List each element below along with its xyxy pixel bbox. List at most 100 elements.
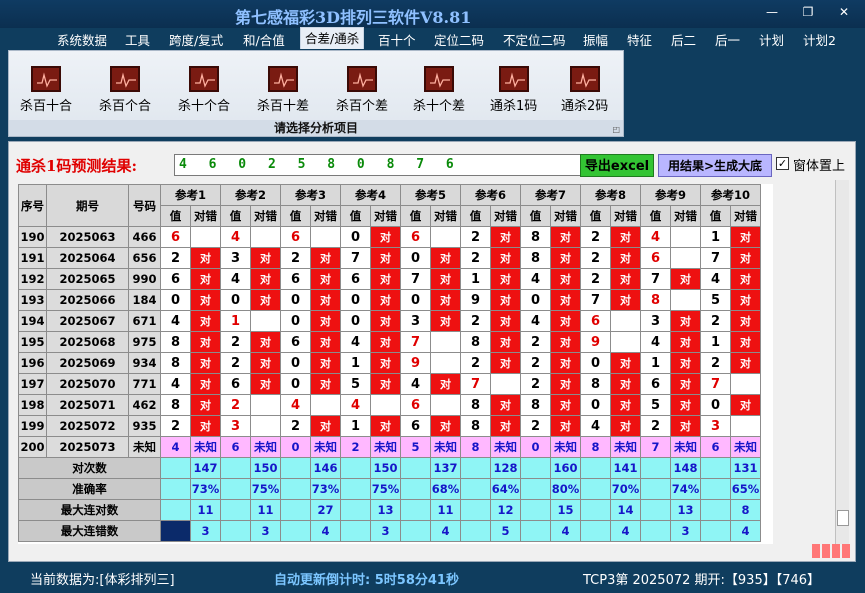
ribbon-button-4[interactable]: 杀百个差	[336, 66, 388, 114]
row-number: 671	[128, 310, 161, 332]
ribbon-launcher-icon[interactable]: ◰	[612, 125, 620, 134]
window-on-top-checkbox[interactable]: ✓	[776, 157, 789, 170]
menu-item-0[interactable]: 系统数据	[57, 30, 107, 49]
menu-item-13[interactable]: 计划2	[803, 30, 836, 49]
row-seq: 200	[18, 436, 47, 458]
header-result: 对错	[430, 205, 461, 227]
stats-spacer	[700, 478, 731, 500]
hit-marker: 对	[730, 352, 761, 374]
ribbon-button-0[interactable]: 杀百十合	[20, 66, 72, 114]
menu-item-1[interactable]: 工具	[125, 30, 150, 49]
row-seq: 190	[18, 226, 47, 248]
row-period: 2025071	[46, 394, 129, 416]
hit-marker: 对	[490, 310, 521, 332]
stats-row: 最大连对数 11 11 27 13 11 12 15 14 13 8	[18, 499, 761, 521]
prediction-unknown: 未知	[370, 436, 401, 458]
ref-value-cell: 7	[700, 247, 731, 269]
result-table: 序号 期号 号码 参考1 参考2 参考3 参考4 参考5 参考6 参考7 参考8 参考9 参考10 值对错…	[18, 184, 761, 542]
menu-item-12[interactable]: 计划	[759, 30, 784, 49]
ref-value-cell: 2	[520, 352, 551, 374]
hit-marker: 对	[610, 352, 641, 374]
prediction-value: 8	[460, 436, 491, 458]
export-excel-button[interactable]: 导出excel	[580, 154, 654, 177]
scrollbar-thumb[interactable]	[837, 510, 849, 526]
menu-item-8[interactable]: 振幅	[583, 30, 608, 49]
prediction-label: 通杀1码预测结果:	[16, 157, 137, 175]
ribbon-button-7[interactable]: 通杀2码	[561, 66, 608, 114]
hit-marker: 对	[610, 247, 641, 269]
header-ref-7: 参考7	[520, 184, 581, 206]
menu-item-4[interactable]: 合差/通杀	[300, 27, 365, 49]
table-row: 197 2025070 771 4 对 6 对 0 对 5 对 4 对 7 2 对 8 对 6 对 7	[18, 373, 761, 395]
menu-item-2[interactable]: 跨度/复式	[169, 30, 223, 49]
ref-value-cell: 2	[580, 247, 611, 269]
ref-value-cell: 0	[340, 289, 371, 311]
menu-item-3[interactable]: 和/合值	[243, 30, 285, 49]
ribbon-button-label: 杀百个差	[336, 99, 389, 114]
ribbon-button-5[interactable]: 杀十个差	[413, 66, 465, 114]
header-result: 对错	[670, 205, 701, 227]
menu-item-5[interactable]: 百十个	[378, 30, 416, 49]
ribbon-button-2[interactable]: 杀十个合	[178, 66, 230, 114]
menu-item-9[interactable]: 特征	[627, 30, 652, 49]
miss-cell	[310, 226, 341, 248]
chart-icon	[498, 66, 529, 92]
menu-item-10[interactable]: 后二	[671, 30, 696, 49]
ref-value-cell: 6	[280, 226, 311, 248]
header-value: 值	[700, 205, 731, 227]
ref-value-cell: 1	[340, 415, 371, 437]
row-period: 2025069	[46, 352, 129, 374]
menu-item-7[interactable]: 不定位二码	[503, 30, 566, 49]
hit-marker: 对	[190, 268, 221, 290]
stats-spacer	[640, 520, 671, 542]
minimize-button[interactable]: —	[764, 6, 780, 18]
row-period: 2025064	[46, 247, 129, 269]
ref-value-cell: 4	[340, 394, 371, 416]
prediction-unknown: 未知	[550, 436, 581, 458]
hit-marker: 对	[610, 226, 641, 248]
stats-spacer	[340, 457, 371, 479]
vertical-scrollbar[interactable]	[835, 180, 849, 544]
ref-value-cell: 9	[400, 352, 431, 374]
current-data-status: 当前数据为:[体彩排列三]	[30, 573, 175, 588]
ref-value-cell: 2	[460, 247, 491, 269]
ref-value-cell: 2	[220, 352, 251, 374]
ref-value-cell: 0	[340, 226, 371, 248]
hit-marker: 对	[490, 247, 521, 269]
miss-cell	[610, 331, 641, 353]
ref-value-cell: 8	[520, 394, 551, 416]
header-result: 对错	[250, 205, 281, 227]
generate-base-button[interactable]: 用结果>生成大底	[658, 154, 772, 177]
row-number: 462	[128, 394, 161, 416]
hit-marker: 对	[370, 289, 401, 311]
stats-spacer	[700, 499, 731, 521]
hit-marker: 对	[310, 352, 341, 374]
stats-value: 147	[190, 457, 221, 479]
hit-marker: 对	[370, 373, 401, 395]
stats-value: 11	[190, 499, 221, 521]
stats-value: 5	[490, 520, 521, 542]
maximize-button[interactable]: ❐	[800, 6, 816, 18]
stats-spacer	[160, 499, 191, 521]
prediction-value: 0	[280, 436, 311, 458]
table-row: 195 2025068 975 8 对 2 对 6 对 4 对 7 8 对 2 对 9 4 对 1 对	[18, 331, 761, 353]
ribbon-button-3[interactable]: 杀百十差	[257, 66, 309, 114]
ref-value-cell: 8	[520, 226, 551, 248]
ribbon-button-1[interactable]: 杀百个合	[99, 66, 151, 114]
stats-spacer	[640, 478, 671, 500]
menu-item-11[interactable]: 后一	[715, 30, 740, 49]
header-ref-5: 参考5	[400, 184, 461, 206]
stats-value: 11	[250, 499, 281, 521]
stats-value: 4	[310, 520, 341, 542]
row-number: 656	[128, 247, 161, 269]
close-button[interactable]: ✕	[836, 6, 852, 18]
stats-value: 80%	[550, 478, 581, 500]
ribbon-button-6[interactable]: 通杀1码	[490, 66, 537, 114]
menu-item-6[interactable]: 定位二码	[434, 30, 484, 49]
ref-value-cell: 7	[400, 268, 431, 290]
prediction-result-field[interactable]: 4 6 0 2 5 8 0 8 7 6	[174, 154, 584, 176]
hit-marker: 对	[310, 289, 341, 311]
hit-marker: 对	[550, 289, 581, 311]
hit-marker: 对	[250, 268, 281, 290]
hit-marker: 对	[370, 310, 401, 332]
